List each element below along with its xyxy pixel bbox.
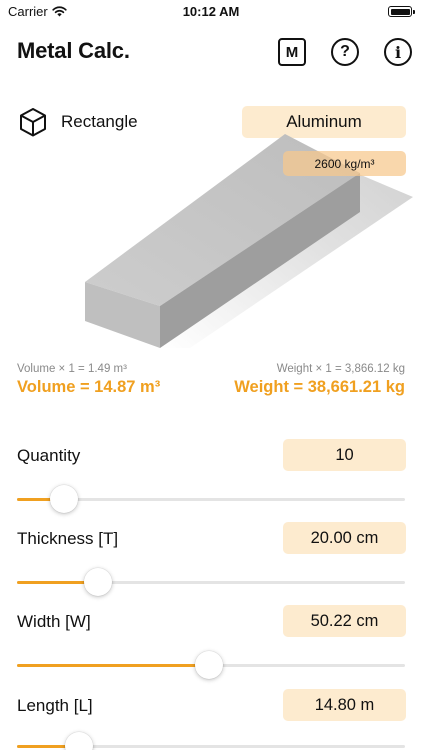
status-bar: Carrier 10:12 AM	[0, 0, 422, 24]
width-label: Width [W]	[17, 612, 91, 631]
thickness-slider[interactable]	[17, 567, 405, 597]
battery-icon	[388, 6, 415, 17]
page-title: Metal Calc.	[17, 38, 130, 63]
density-label: 2600 kg/m³	[283, 151, 406, 176]
status-time: 10:12 AM	[182, 4, 240, 19]
info-button[interactable]: i	[384, 38, 412, 66]
quantity-slider[interactable]	[17, 484, 405, 514]
width-value[interactable]: 50.22 cm	[283, 605, 406, 637]
thickness-label: Thickness [T]	[17, 529, 119, 548]
thickness-value[interactable]: 20.00 cm	[283, 522, 406, 554]
length-slider[interactable]	[17, 731, 405, 750]
slider-thumb[interactable]	[65, 732, 94, 750]
weight-single: Weight × 1 = 3,866.12 kg	[276, 363, 405, 375]
slider-thumb[interactable]	[49, 485, 78, 513]
quantity-value[interactable]: 10	[283, 439, 406, 471]
help-button[interactable]: ?	[331, 38, 359, 66]
metric-button[interactable]: M	[278, 38, 306, 66]
width-slider[interactable]	[17, 650, 405, 680]
slider-thumb[interactable]	[84, 568, 113, 596]
slider-fill	[17, 664, 210, 667]
volume-single: Volume × 1 = 1.49 m³	[17, 363, 127, 375]
length-label: Length [L]	[17, 696, 93, 715]
slider-thumb[interactable]	[195, 651, 224, 679]
volume-total: Volume = 14.87 m³	[17, 378, 161, 396]
length-value[interactable]: 14.80 m	[283, 689, 406, 721]
weight-total: Weight = 38,661.21 kg	[234, 378, 405, 396]
quantity-label: Quantity	[17, 446, 81, 465]
